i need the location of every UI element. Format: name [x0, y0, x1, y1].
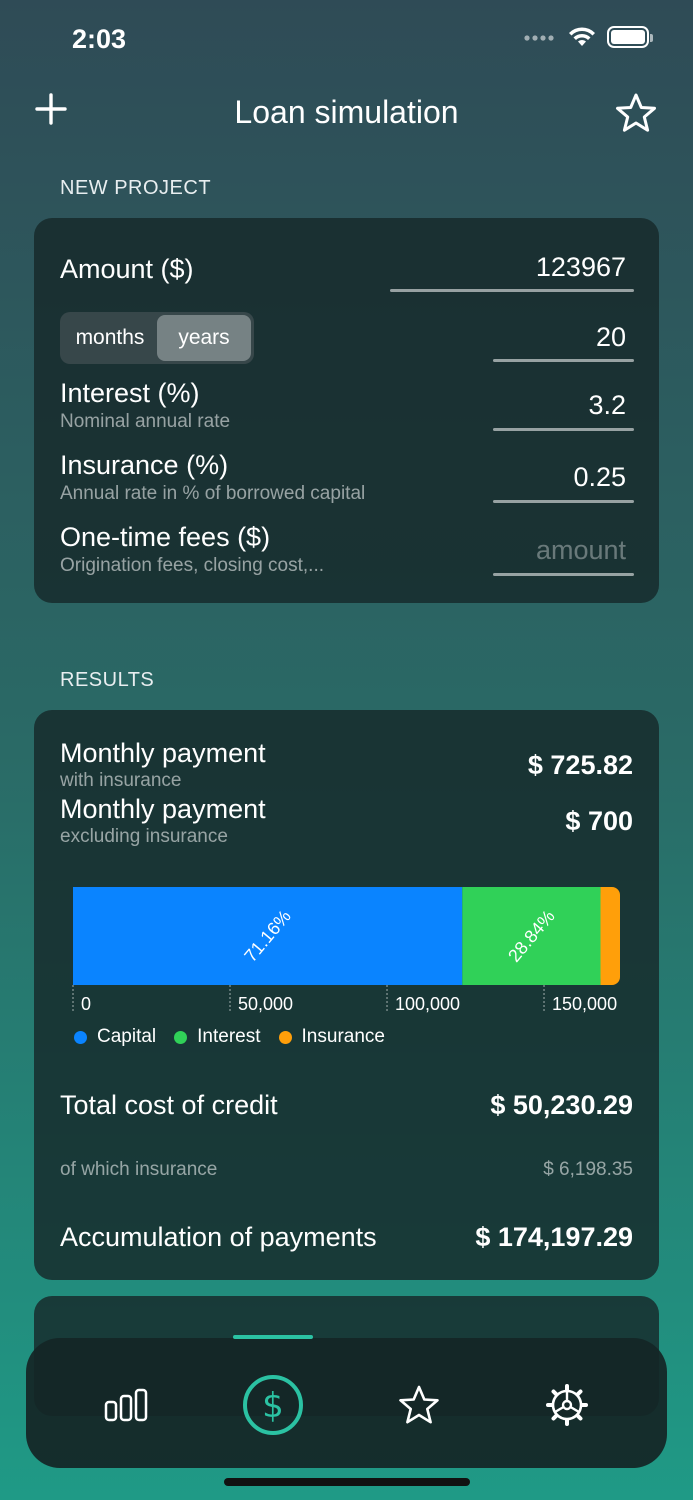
duration-input[interactable]: 20 — [493, 322, 634, 353]
star-icon — [616, 93, 656, 132]
amount-input[interactable]: 123967 — [390, 252, 634, 283]
chart-legend: Capital Interest Insurance — [74, 1026, 385, 1048]
insurance-label: Insurance (%) — [60, 450, 229, 480]
insurance-sublabel: Annual rate in % of borrowed capital — [60, 483, 366, 504]
new-project-section-label: NEW PROJECT — [60, 177, 212, 199]
fees-sublabel: Origination fees, closing cost,... — [60, 555, 325, 576]
total-cost-value: $ 50,230.29 — [490, 1090, 633, 1120]
monthly-without-label: Monthly payment — [60, 794, 266, 824]
duration-field[interactable]: 20 — [493, 322, 634, 362]
interest-label: Interest (%) — [60, 378, 200, 408]
star-icon — [399, 1385, 439, 1424]
project-card: Amount ($) 123967 months years 20 Intere… — [34, 218, 659, 603]
legend-item-interest: Interest — [174, 1026, 261, 1048]
home-indicator — [224, 1478, 470, 1486]
accumulation-value: $ 174,197.29 — [475, 1222, 633, 1252]
monthly-with-sublabel: with insurance — [60, 770, 182, 791]
bar-chart-icon — [104, 1388, 148, 1422]
legend-item-insurance: Insurance — [278, 1026, 385, 1048]
tab-settings[interactable] — [532, 1370, 602, 1440]
svg-text:$: $ — [262, 1386, 284, 1426]
interest-input[interactable]: 3.2 — [493, 390, 634, 421]
cellular-signal-icon — [524, 35, 554, 41]
fees-field[interactable]: amount — [493, 535, 634, 576]
monthly-without-value: $ 700 — [565, 806, 633, 836]
duration-unit-segmented-control[interactable]: months years — [60, 312, 254, 364]
monthly-with-label: Monthly payment — [60, 738, 266, 768]
interest-field[interactable]: 3.2 — [493, 390, 634, 431]
insurance-input[interactable]: 0.25 — [493, 462, 634, 493]
wifi-icon — [569, 27, 595, 46]
tab-charts[interactable] — [91, 1370, 161, 1440]
segment-months[interactable]: months — [63, 315, 157, 361]
x-tick-label: 100,000 — [395, 994, 460, 1014]
x-tick-label: 0 — [81, 994, 91, 1014]
battery-icon — [607, 26, 653, 48]
tab-bar: $ — [26, 1335, 667, 1468]
insurance-part-value: $ 6,198.35 — [543, 1159, 633, 1180]
x-tick-label: 50,000 — [238, 994, 293, 1014]
tab-loan-simulation[interactable]: $ — [238, 1370, 308, 1440]
accumulation-label: Accumulation of payments — [60, 1222, 377, 1252]
page-title: Loan simulation — [234, 94, 459, 130]
insurance-field[interactable]: 0.25 — [493, 462, 634, 503]
monthly-with-value: $ 725.82 — [527, 750, 633, 780]
status-time: 2:03 — [72, 24, 127, 54]
bar-segment-edge — [600, 887, 609, 985]
gear-icon — [546, 1384, 588, 1426]
status-icons — [523, 26, 653, 48]
monthly-without-sublabel: excluding insurance — [60, 826, 228, 847]
insurance-part-label: of which insurance — [60, 1159, 218, 1180]
fees-label: One-time fees ($) — [60, 522, 271, 552]
total-cost-label: Total cost of credit — [60, 1090, 278, 1120]
favorite-button[interactable] — [614, 92, 658, 139]
results-card: Monthly payment with insurance $ 725.82 … — [34, 710, 659, 1280]
interest-sublabel: Nominal annual rate — [60, 411, 231, 432]
dollar-circle-icon: $ — [243, 1375, 303, 1435]
active-tab-indicator — [233, 1335, 313, 1339]
amount-label: Amount ($) — [60, 254, 194, 284]
segment-years[interactable]: years — [157, 315, 251, 361]
amount-field[interactable]: 123967 — [390, 252, 634, 292]
x-tick-label: 150,000 — [552, 994, 617, 1014]
legend-item-capital: Capital — [74, 1026, 156, 1048]
results-section-label: RESULTS — [60, 669, 155, 691]
tab-favorites[interactable] — [384, 1370, 454, 1440]
fees-input[interactable]: amount — [493, 535, 634, 566]
